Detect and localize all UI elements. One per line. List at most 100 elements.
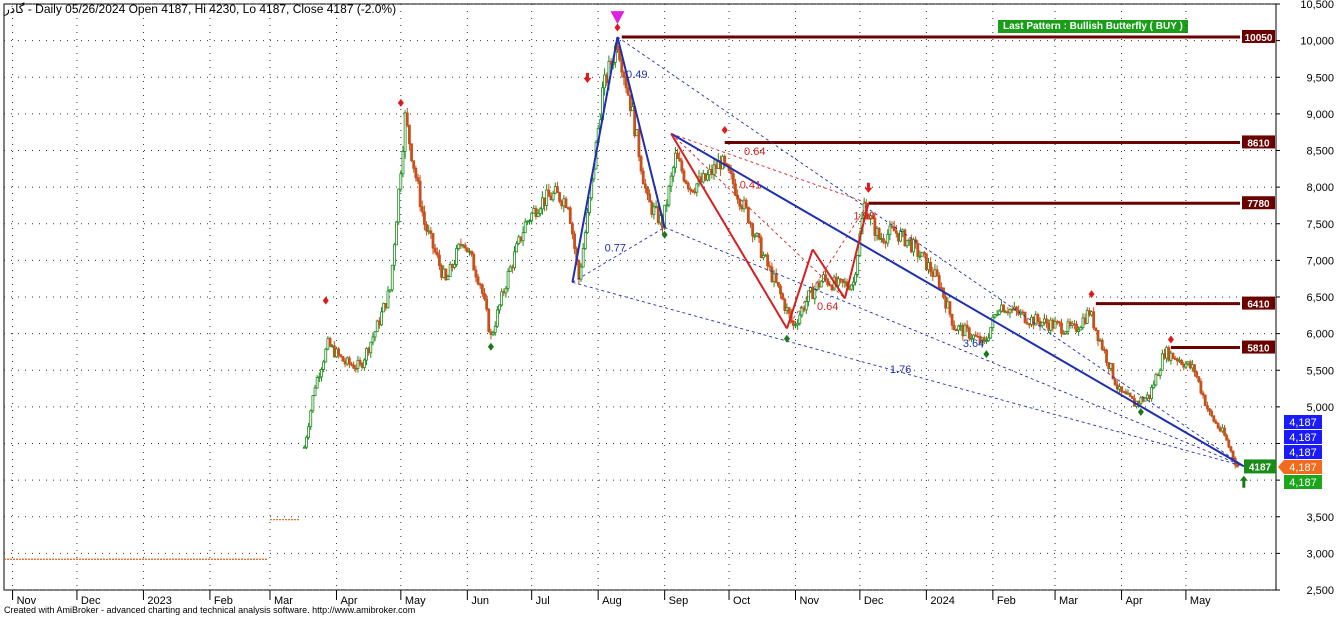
- candle-body: [1038, 320, 1042, 327]
- candle-body: [650, 201, 654, 215]
- candle-body: [939, 287, 943, 289]
- candle-body: [547, 189, 551, 197]
- candle-body: [365, 348, 368, 361]
- candle-body: [1098, 339, 1102, 342]
- candle-body: [828, 284, 832, 287]
- candle-body: [1201, 392, 1205, 396]
- candle-body: [1197, 376, 1201, 382]
- candle-body: [541, 197, 544, 210]
- candle-body: [648, 193, 652, 203]
- last-price-label: 4187: [1249, 462, 1272, 473]
- y-tick-label: 10,500: [1300, 0, 1334, 11]
- candle-body: [770, 266, 774, 282]
- candle-body: [974, 334, 978, 337]
- candle-body: [929, 262, 933, 273]
- candle-body: [335, 348, 338, 358]
- candle-body: [937, 275, 941, 288]
- candle-body: [1055, 321, 1059, 323]
- candle-body: [682, 170, 686, 182]
- candle-body: [1085, 310, 1089, 324]
- candle-body: [749, 222, 752, 225]
- green-diamond-marker: [1137, 408, 1144, 417]
- candle-body: [1064, 331, 1068, 334]
- candle-body: [1049, 319, 1053, 331]
- magenta-down-arrow: [610, 11, 625, 25]
- candle-body: [794, 324, 797, 327]
- candle-body: [1141, 397, 1145, 402]
- candle-body: [1122, 391, 1126, 393]
- candle-body: [375, 320, 379, 333]
- candle-body: [1225, 434, 1229, 441]
- candle-body: [852, 281, 855, 286]
- candle-body: [779, 285, 782, 295]
- candle-body: [693, 191, 697, 194]
- candle-body: [1156, 374, 1160, 377]
- candle-body: [1169, 352, 1173, 361]
- candle-body: [332, 345, 336, 358]
- candle-body: [912, 239, 915, 253]
- candle-body: [317, 376, 321, 379]
- candle-body: [746, 206, 750, 224]
- candle-body: [1182, 363, 1186, 368]
- candle-body: [946, 301, 950, 309]
- candle-body: [1203, 394, 1207, 407]
- candle-body: [358, 359, 362, 364]
- candle-body: [843, 281, 847, 284]
- red-down-arrow: [583, 72, 592, 83]
- y-tick-label: 6,500: [1306, 292, 1334, 304]
- candle-body: [373, 331, 377, 338]
- candle-body: [738, 198, 742, 207]
- candle-body: [1128, 392, 1132, 397]
- candle-body: [463, 244, 467, 249]
- candle-body: [1094, 327, 1098, 331]
- candle-body: [1130, 395, 1134, 399]
- candle-body: [740, 205, 744, 210]
- candle-body: [959, 324, 963, 327]
- candle-body: [686, 182, 690, 190]
- candle-body: [1081, 317, 1085, 328]
- candle-body: [459, 243, 463, 246]
- candle-body: [669, 175, 673, 187]
- candle-body: [781, 293, 785, 300]
- candle-body: [1040, 321, 1044, 327]
- candle-body: [377, 320, 381, 326]
- pattern-dashed-red: [670, 133, 869, 204]
- candle-body: [416, 177, 420, 182]
- candle-body: [882, 238, 885, 243]
- candle-body: [440, 265, 443, 278]
- candle-body: [309, 410, 313, 428]
- candle-body: [1175, 358, 1179, 362]
- candle-body: [676, 152, 679, 159]
- candle-body: [586, 212, 589, 233]
- ratio-label: 0.49: [626, 69, 647, 81]
- red-diamond-marker: [721, 125, 728, 134]
- red-diamond-marker: [397, 98, 404, 107]
- candle-body: [1047, 323, 1051, 331]
- candle-body: [1184, 363, 1188, 368]
- price-chart: 2,500 3,000 3,500 5,000 5,500 6,000 6,500 7,000…: [3, 0, 1334, 607]
- candle-body: [414, 167, 418, 179]
- x-tick-label: Sep: [669, 595, 689, 607]
- candle-body: [772, 273, 776, 282]
- candle-body: [875, 228, 879, 236]
- green-diamond-marker: [487, 342, 494, 351]
- candle-body: [412, 160, 416, 169]
- candle-body: [909, 238, 913, 253]
- pattern-line-red: [670, 133, 788, 330]
- candle-body: [324, 348, 328, 363]
- candle-body: [564, 198, 568, 209]
- x-tick-label: Nov: [800, 595, 820, 607]
- candle-body: [384, 302, 388, 309]
- candle-body: [961, 324, 965, 337]
- candle-body: [849, 284, 853, 290]
- candle-body: [345, 357, 349, 365]
- candle-body: [356, 359, 360, 369]
- candle-body: [350, 363, 353, 366]
- candle-body: [755, 233, 759, 237]
- candle-body: [487, 308, 491, 333]
- candle-body: [731, 173, 735, 185]
- candle-body: [556, 186, 559, 193]
- candle-body: [652, 206, 656, 215]
- candle-body: [824, 274, 827, 280]
- candle-body: [1096, 330, 1100, 342]
